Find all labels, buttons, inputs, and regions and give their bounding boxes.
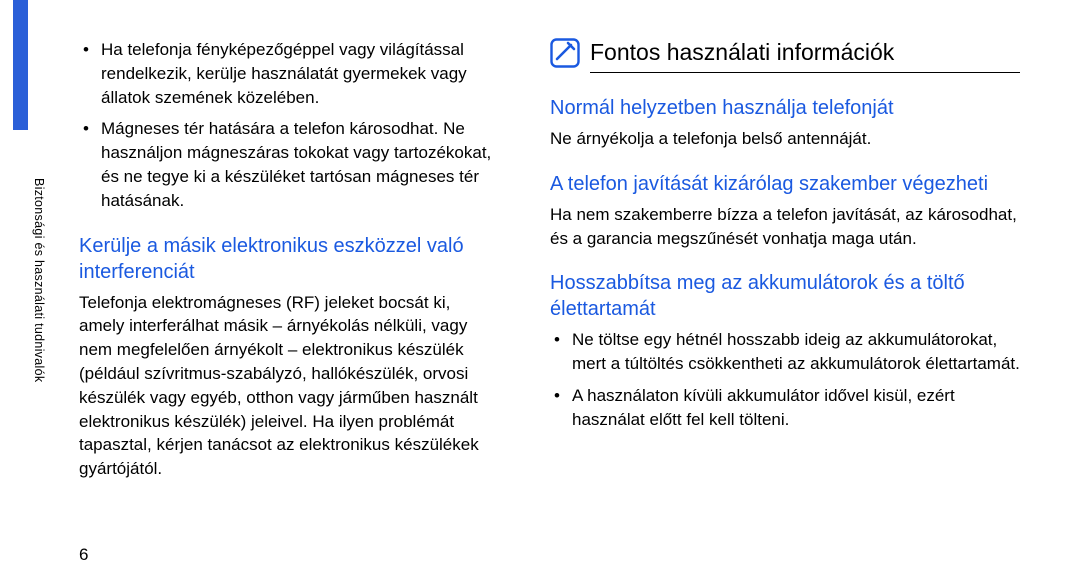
right-subheading-3: Hosszabbítsa meg az akkumulátorok és a t… (550, 270, 1020, 322)
right-paragraph-2: Ha nem szakemberre bízza a telefon javít… (550, 203, 1020, 251)
page-accent-bar (13, 0, 28, 130)
list-item: A használaton kívüli akkumulátor idővel … (550, 384, 1020, 432)
left-paragraph: Telefonja elektromágneses (RF) jeleket b… (79, 291, 499, 481)
list-item: Ha telefonja fényképezőgéppel vagy világ… (79, 38, 499, 109)
page-number: 6 (79, 545, 88, 565)
title-underline (590, 72, 1020, 73)
right-column: Fontos használati információk Normál hel… (550, 38, 1020, 440)
right-bullets: Ne töltse egy hétnél hosszabb ideig az a… (550, 328, 1020, 431)
section-title-row: Fontos használati információk (550, 38, 1020, 68)
left-subheading: Kerülje a másik elektronikus eszközzel v… (79, 233, 499, 285)
note-icon (550, 38, 580, 68)
left-bullets: Ha telefonja fényképezőgéppel vagy világ… (79, 38, 499, 213)
list-item: Mágneses tér hatására a telefon károsodh… (79, 117, 499, 212)
section-title: Fontos használati információk (590, 39, 894, 67)
right-subheading-2: A telefon javítását kizárólag szakember … (550, 171, 1020, 197)
list-item: Ne töltse egy hétnél hosszabb ideig az a… (550, 328, 1020, 376)
right-paragraph-1: Ne árnyékolja a telefonja belső antennáj… (550, 127, 1020, 151)
right-subheading-1: Normál helyzetben használja telefonját (550, 95, 1020, 121)
side-section-label: Biztonsági és használati tudnivalók (32, 178, 46, 382)
left-column: Ha telefonja fényképezőgéppel vagy világ… (79, 38, 499, 481)
